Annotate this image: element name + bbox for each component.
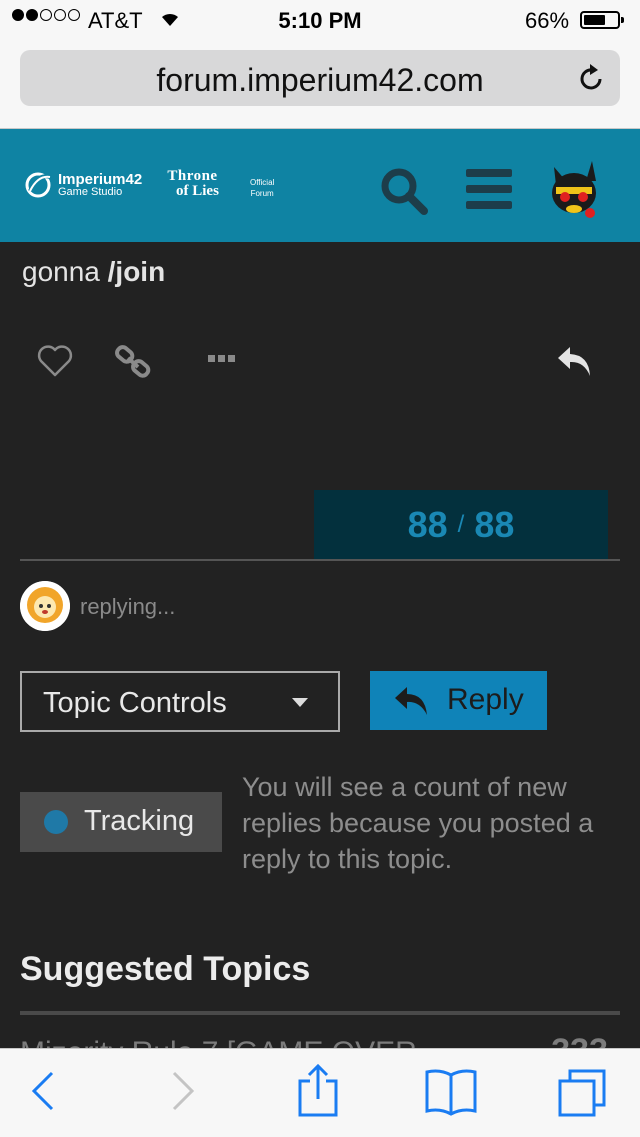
browser-chrome: forum.imperium42.com: [0, 40, 640, 129]
logo-subtitle: Game Studio: [58, 186, 123, 198]
caret-down-icon: [292, 698, 308, 707]
throne-of-lies-logo[interactable]: Throne of Lies: [166, 169, 219, 199]
notification-description: You will see a count of new replies beca…: [242, 772, 594, 874]
reply-arrow-icon: [394, 685, 430, 725]
battery-percent: 66%: [525, 8, 570, 33]
progress-separator: /: [457, 511, 465, 538]
user-avatar[interactable]: [546, 155, 604, 228]
share-icon[interactable]: [296, 1063, 340, 1124]
post-text: gonna: [22, 256, 108, 287]
tabs-icon[interactable]: [556, 1067, 610, 1122]
reply-icon[interactable]: [556, 343, 594, 384]
reply-button[interactable]: Reply: [370, 671, 547, 730]
imperium42-logo[interactable]: Imperium42 Game Studio: [22, 171, 142, 199]
bookmarks-icon[interactable]: [424, 1067, 478, 1122]
address-bar[interactable]: forum.imperium42.com: [20, 50, 620, 106]
topic-controls-dropdown[interactable]: Topic Controls: [20, 671, 340, 732]
back-icon[interactable]: [30, 1069, 56, 1118]
post-body: gonna /join: [22, 256, 165, 288]
more-icon[interactable]: [206, 352, 238, 371]
menu-icon[interactable]: [466, 169, 512, 214]
forward-icon[interactable]: [170, 1069, 196, 1118]
tracking-dot-icon: [44, 810, 68, 834]
divider: [20, 1011, 620, 1015]
url-text: forum.imperium42.com: [156, 62, 484, 98]
official-line2: Forum: [250, 189, 274, 199]
heart-icon[interactable]: [36, 343, 74, 384]
reload-icon[interactable]: [578, 62, 606, 97]
reply-button-label: Reply: [447, 683, 524, 716]
notification-level-label: Tracking: [84, 805, 195, 837]
topic-progress[interactable]: 88 / 88: [314, 490, 608, 560]
suggested-topics-heading: Suggested Topics: [20, 950, 311, 988]
browser-toolbar: [0, 1048, 640, 1137]
logo-title: Imperium42: [58, 171, 143, 188]
progress-current: 88: [407, 504, 448, 545]
link-icon[interactable]: [114, 343, 152, 386]
battery-icon: [580, 11, 624, 29]
replying-status: replying...: [80, 594, 176, 619]
status-bar: AT&T 5:10 PM 66%: [0, 0, 640, 40]
topic-controls-label: Topic Controls: [43, 687, 227, 719]
imperium42-logo-icon: [25, 172, 51, 198]
post-command: /join: [107, 256, 166, 287]
progress-total: 88: [474, 504, 515, 545]
game-logo-line2: of Lies: [176, 183, 219, 199]
search-icon[interactable]: [378, 165, 430, 222]
official-forum-label: Official Forum: [250, 177, 274, 199]
official-line1: Official: [250, 178, 275, 187]
divider: [20, 559, 620, 561]
replying-user-avatar: [20, 581, 70, 631]
game-logo-line1: Throne: [167, 168, 218, 184]
notification-level-button[interactable]: Tracking: [20, 792, 222, 852]
site-header: Imperium42 Game Studio Throne of Lies Of…: [0, 129, 640, 242]
